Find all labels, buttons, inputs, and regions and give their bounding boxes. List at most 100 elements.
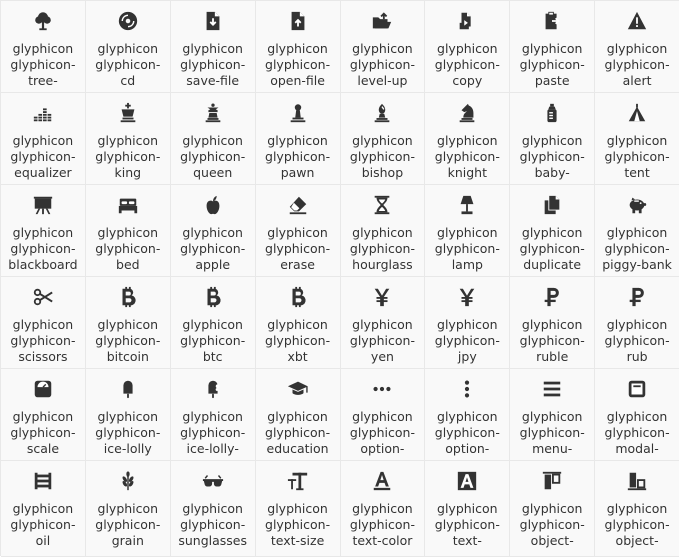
icon-cell[interactable]: glyphicon glyphicon-duplicate [510,185,596,277]
icon-cell[interactable]: glyphicon glyphicon-education [255,369,341,461]
icon-cell[interactable]: glyphicon glyphicon-ice-lolly- [170,369,256,461]
blackboard-icon [1,193,85,217]
icon-label-line: ice-lolly- [186,441,239,456]
icon-cell[interactable]: glyphicon glyphicon-scissors [1,277,86,369]
icon-cell[interactable]: glyphicon glyphicon-equalizer [1,93,86,185]
icon-cell[interactable]: glyphicon glyphicon-cd [85,1,171,93]
icon-label-line: cd [120,73,136,88]
icon-cell[interactable]: glyphicon glyphicon-apple [170,185,256,277]
icon-cell[interactable]: glyphicon glyphicon-copy [425,1,511,93]
icon-cell[interactable]: glyphicon glyphicon-paste [510,1,596,93]
icon-label-line: glyphicon- [10,241,76,256]
icon-cell[interactable]: glyphicon glyphicon-scale [1,369,86,461]
icon-label-line: glyphicon- [10,149,76,164]
icon-label-line: glyphicon- [349,241,415,256]
icon-label-line: glyphicon [182,225,243,240]
icon-cell[interactable]: glyphicon glyphicon-hourglass [340,185,426,277]
level-up-icon [341,9,425,33]
icon-cell[interactable]: glyphicon glyphicon-btc [170,277,256,369]
icon-label-line: glyphicon- [265,57,331,72]
icon-label-line: alert [622,73,652,88]
icon-label-line: apple [195,257,231,272]
icon-label-line: glyphicon- [434,57,500,72]
icon-cell[interactable]: glyphicon glyphicon-bitcoin [85,277,171,369]
icon-label-line: copy [452,73,483,88]
icon-label-line: save-file [186,73,240,88]
icon-label-line: glyphicon- [604,333,670,348]
text-size-icon [256,469,340,493]
icon-label-line: glyphicon [352,133,413,148]
icon-cell[interactable]: glyphicon glyphicon-king [85,93,171,185]
icon-label: glyphicon glyphicon-alert [595,41,679,89]
icon-label-line: glyphicon- [434,425,500,440]
icon-label: glyphicon glyphicon-option- [425,409,509,457]
icon-label-line: sunglasses [178,533,248,548]
icon-cell[interactable]: glyphicon glyphicon-modal- [595,369,679,461]
icon-label: glyphicon glyphicon-baby- [510,133,594,181]
icon-label-line: glyphicon- [10,57,76,72]
icon-label-line: glyphicon- [95,425,161,440]
icon-cell[interactable]: glyphicon glyphicon-oil [1,461,86,557]
icon-label-line: paste [534,73,570,88]
icon-cell[interactable]: glyphicon glyphicon-ice-lolly [85,369,171,461]
icon-label-line: modal- [615,441,659,456]
icon-cell[interactable]: glyphicon glyphicon-pawn [255,93,341,185]
icon-label-line: bed [116,257,140,272]
icon-label: glyphicon glyphicon-knight [425,133,509,181]
icon-cell[interactable]: glyphicon glyphicon-bishop [340,93,426,185]
icon-label-line: jpy [457,349,477,364]
icon-cell[interactable]: glyphicon glyphicon-blackboard [1,185,86,277]
icon-cell[interactable]: glyphicon glyphicon-object- [595,461,679,557]
icon-cell[interactable]: glyphicon glyphicon-save-file [170,1,256,93]
icon-cell[interactable]: glyphicon glyphicon-yen [340,277,426,369]
icon-cell[interactable]: glyphicon glyphicon-bed [85,185,171,277]
icon-cell[interactable]: glyphicon glyphicon-piggy-bank [595,185,679,277]
icon-cell[interactable]: glyphicon glyphicon-erase [255,185,341,277]
icon-cell[interactable]: glyphicon glyphicon-text-size [255,461,341,557]
icon-cell[interactable]: glyphicon glyphicon-tree- [1,1,86,93]
icon-label-line: ruble [536,349,569,364]
tree-deciduous-icon [1,9,85,33]
bitcoin-icon [86,285,170,309]
icon-cell[interactable]: glyphicon glyphicon-open-file [255,1,341,93]
icon-label-line: glyphicon- [180,57,246,72]
icon-label-line: glyphicon [352,225,413,240]
icon-label-line: rub [626,349,648,364]
icon-cell[interactable]: glyphicon glyphicon-jpy [425,277,511,369]
icon-label-line: tree- [28,73,58,88]
icon-cell[interactable]: glyphicon glyphicon-option- [340,369,426,461]
icon-cell[interactable]: glyphicon glyphicon-level-up [340,1,426,93]
icon-label-line: object- [615,533,659,548]
icon-cell[interactable]: glyphicon glyphicon-option- [425,369,511,461]
icon-cell[interactable]: glyphicon glyphicon-knight [425,93,511,185]
icon-cell[interactable]: glyphicon glyphicon-baby- [510,93,596,185]
knight-icon [425,101,509,125]
icon-cell[interactable]: glyphicon glyphicon-text- [425,461,511,557]
icon-cell[interactable]: glyphicon glyphicon-sunglasses [170,461,256,557]
icon-label-line: glyphicon- [10,333,76,348]
icon-cell[interactable]: glyphicon glyphicon-rub [595,277,679,369]
icon-label-line: glyphicon [437,133,498,148]
icon-cell[interactable]: glyphicon glyphicon-text-color [340,461,426,557]
icon-label: glyphicon glyphicon-blackboard [1,225,85,273]
icon-cell[interactable]: glyphicon glyphicon-tent [595,93,679,185]
icon-label: glyphicon glyphicon-tree- [1,41,85,89]
duplicate-icon [510,193,594,217]
icon-label: glyphicon glyphicon-yen [341,317,425,365]
icon-label-line: glyphicon- [519,57,585,72]
icon-label-line: grain [111,533,144,548]
icon-label: glyphicon glyphicon-ruble [510,317,594,365]
icon-cell[interactable]: glyphicon glyphicon-object- [510,461,596,557]
icon-cell[interactable]: glyphicon glyphicon-grain [85,461,171,557]
icon-label: glyphicon glyphicon-btc [171,317,255,365]
icon-label-line: piggy-bank [602,257,672,272]
icon-label-line: glyphicon [437,501,498,516]
icon-cell[interactable]: glyphicon glyphicon-xbt [255,277,341,369]
icon-label-line: glyphicon [12,501,74,516]
icon-cell[interactable]: glyphicon glyphicon-lamp [425,185,511,277]
icon-cell[interactable]: glyphicon glyphicon-menu- [510,369,596,461]
icon-cell[interactable]: glyphicon glyphicon-ruble [510,277,596,369]
icon-cell[interactable]: glyphicon glyphicon-alert [595,1,679,93]
icon-label-line: glyphicon [182,409,243,424]
icon-cell[interactable]: glyphicon glyphicon-queen [170,93,256,185]
